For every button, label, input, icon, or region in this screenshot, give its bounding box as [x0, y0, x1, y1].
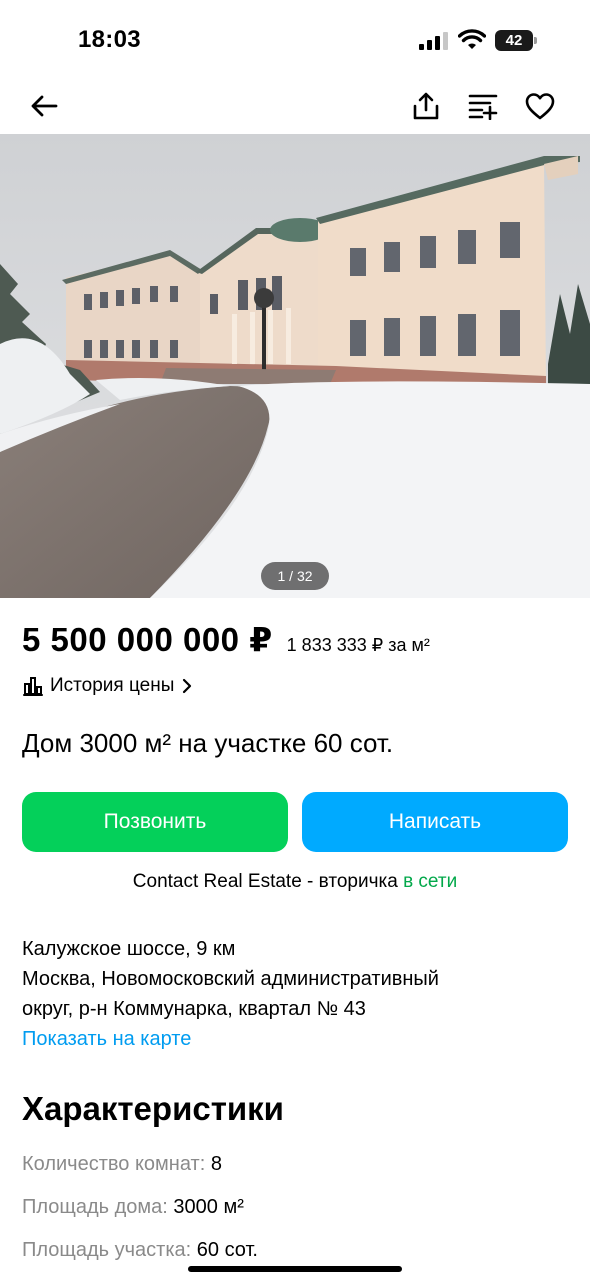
- char-row-house-area: Площадь дома: 3000 м²: [22, 1193, 244, 1221]
- price-per-m2: 1 833 333 ₽ за м²: [286, 635, 430, 655]
- address-block: Калужское шоссе, 9 км Москва, Новомосков…: [22, 934, 572, 1054]
- price-row: 5 500 000 000 ₽ 1 833 333 ₽ за м²: [22, 620, 572, 664]
- price-history-label: История цены: [50, 675, 175, 696]
- battery-percent: 42: [505, 32, 523, 49]
- bar-chart-icon: [23, 677, 43, 696]
- char-row-rooms: Количество комнат: 8: [22, 1150, 222, 1178]
- top-nav-bar: [0, 78, 590, 134]
- seller-info[interactable]: Contact Real Estate - вторичка в сети: [0, 868, 590, 896]
- call-button[interactable]: Позвонить: [22, 792, 288, 852]
- char-label: Количество комнат:: [22, 1153, 206, 1175]
- status-time: 18:03: [78, 26, 141, 53]
- char-value: 60 сот.: [196, 1239, 258, 1261]
- chevron-right-icon: [183, 678, 192, 694]
- wifi-icon: [458, 29, 486, 49]
- compare-button[interactable]: [463, 86, 503, 126]
- address-line-2: округ, р-н Коммунарка, квартал № 43: [22, 998, 366, 1020]
- cellular-signal-icon: [419, 32, 448, 50]
- back-button[interactable]: [24, 86, 64, 126]
- write-button[interactable]: Написать: [302, 792, 568, 852]
- char-label: Площадь участка:: [22, 1239, 192, 1261]
- seller-name: Contact Real Estate - вторичка: [132, 871, 398, 892]
- price: 5 500 000 000 ₽: [22, 621, 273, 658]
- characteristics-title: Характеристики: [22, 1090, 284, 1127]
- share-button[interactable]: [406, 86, 446, 126]
- char-value: 8: [210, 1153, 222, 1175]
- char-row-land-area: Площадь участка: 60 сот.: [22, 1236, 258, 1264]
- home-indicator: [188, 1266, 402, 1272]
- compare-icon: [468, 94, 498, 120]
- listing-title: Дом 3000 м² на участке 60 сот.: [22, 728, 394, 758]
- char-label: Площадь дома:: [22, 1196, 168, 1218]
- share-icon: [413, 92, 439, 120]
- price-history-link[interactable]: История цены: [22, 672, 192, 700]
- favorite-button[interactable]: [520, 86, 560, 126]
- address-line-1: Москва, Новомосковский административный: [22, 968, 439, 990]
- show-on-map-link[interactable]: Показать на карте: [22, 1024, 572, 1054]
- heart-icon: [525, 93, 555, 120]
- photo-counter: 1 / 32: [261, 562, 329, 590]
- battery-icon: 42: [495, 30, 539, 51]
- status-bar: 18:03 42: [0, 0, 590, 78]
- listing-photo-gallery[interactable]: 1 / 32: [0, 134, 590, 598]
- char-value: 3000 м²: [173, 1196, 244, 1218]
- online-status: в сети: [403, 871, 458, 892]
- house-photo: [0, 134, 590, 598]
- address-highway: Калужское шоссе, 9 км: [22, 938, 236, 960]
- arrow-left-icon: [31, 95, 58, 117]
